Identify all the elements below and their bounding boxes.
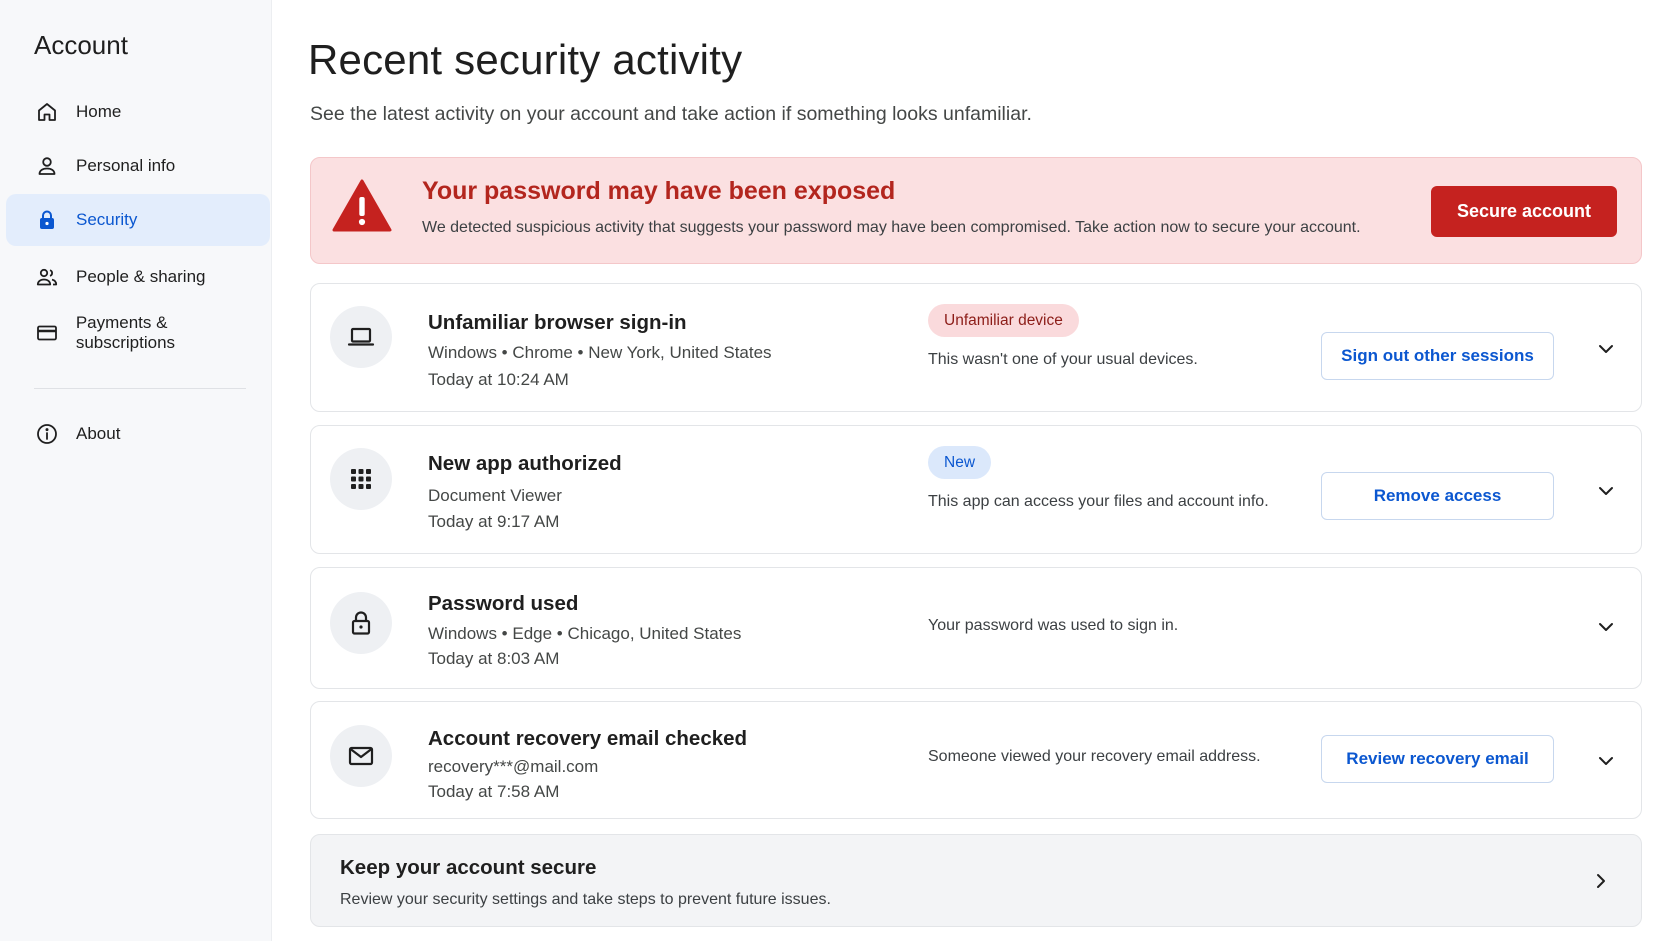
footer-title: Keep your account secure (340, 856, 597, 879)
sign-out-other-sessions-button[interactable]: Sign out other sessions (1321, 332, 1554, 380)
activity-description: This wasn't one of your usual devices. (928, 351, 1198, 368)
unfamiliar-device-badge: Unfamiliar device (928, 304, 1079, 337)
people-icon (34, 264, 60, 290)
sidebar-item-about[interactable]: About (6, 408, 270, 460)
mail-icon (330, 725, 392, 787)
footer-text: Review your security settings and take s… (340, 891, 831, 908)
activity-time: Today at 9:17 AM (428, 512, 560, 531)
sidebar-title: Account (34, 30, 128, 60)
sidebar-item-label: Home (76, 102, 122, 121)
expand-chevron-down-icon[interactable] (1594, 337, 1618, 361)
sidebar-item-home[interactable]: Home (6, 86, 270, 138)
warning-icon (331, 178, 393, 234)
activity-description: This app can access your files and accou… (928, 493, 1269, 510)
laptop-icon (330, 306, 392, 368)
expand-chevron-down-icon[interactable] (1594, 615, 1618, 639)
credit-card-icon (34, 320, 60, 346)
lock-icon (34, 207, 60, 233)
alert-title: Your password may have been exposed (422, 177, 896, 205)
padlock-icon (330, 592, 392, 654)
secure-account-button[interactable]: Secure account (1431, 186, 1617, 237)
keep-account-secure-card[interactable]: Keep your account secure Review your sec… (310, 834, 1642, 927)
sidebar-item-personal-info[interactable]: Personal info (6, 140, 270, 192)
activity-detail: Document Viewer (428, 486, 562, 505)
activity-card-browser-signin: Unfamiliar browser sign-in Windows • Chr… (310, 283, 1642, 412)
activity-description: Someone viewed your recovery email addre… (928, 748, 1261, 765)
review-recovery-email-button[interactable]: Review recovery email (1321, 735, 1554, 783)
remove-access-button[interactable]: Remove access (1321, 472, 1554, 520)
activity-description: Your password was used to sign in. (928, 617, 1179, 634)
activity-title: New app authorized (428, 452, 622, 475)
sidebar: Account Home Personal info Security Peop… (0, 0, 272, 941)
activity-detail: Windows • Edge • Chicago, United States (428, 624, 742, 643)
apps-grid-icon (330, 448, 392, 510)
activity-time: Today at 10:24 AM (428, 370, 569, 389)
main-content: Recent security activity See the latest … (272, 0, 1672, 941)
page-subtitle: See the latest activity on your account … (310, 103, 1032, 125)
activity-title: Account recovery email checked (428, 727, 748, 750)
sidebar-divider (34, 388, 246, 389)
activity-card-recovery-email: Account recovery email checked recovery*… (310, 701, 1642, 819)
person-icon (34, 153, 60, 179)
activity-card-app-authorized: New app authorized Document Viewer Today… (310, 425, 1642, 554)
password-exposed-alert: Your password may have been exposed We d… (310, 157, 1642, 264)
activity-title: Unfamiliar browser sign-in (428, 311, 687, 334)
sidebar-item-security[interactable]: Security (6, 194, 270, 246)
sidebar-item-label: People & sharing (76, 267, 206, 286)
alert-text: We detected suspicious activity that sug… (422, 219, 1361, 236)
activity-detail: Windows • Chrome • New York, United Stat… (428, 343, 772, 362)
sidebar-item-label: About (76, 424, 121, 443)
page-title: Recent security activity (308, 36, 743, 83)
info-icon (34, 421, 60, 447)
expand-chevron-down-icon[interactable] (1594, 479, 1618, 503)
activity-title: Password used (428, 592, 579, 615)
activity-detail: recovery***@mail.com (428, 757, 599, 776)
activity-card-password-used: Password used Windows • Edge • Chicago, … (310, 567, 1642, 689)
sidebar-item-label: Personal info (76, 156, 176, 175)
sidebar-item-people-sharing[interactable]: People & sharing (6, 251, 270, 303)
new-badge: New (928, 446, 992, 479)
activity-time: Today at 7:58 AM (428, 782, 560, 801)
sidebar-item-label: Payments & subscriptions (75, 313, 176, 352)
sidebar-item-payments[interactable]: Payments & subscriptions (6, 307, 270, 359)
activity-time: Today at 8:03 AM (428, 649, 560, 668)
home-icon (34, 99, 60, 125)
sidebar-item-label: Security (76, 210, 138, 229)
expand-chevron-down-icon[interactable] (1594, 749, 1618, 773)
chevron-right-icon (1589, 869, 1613, 893)
